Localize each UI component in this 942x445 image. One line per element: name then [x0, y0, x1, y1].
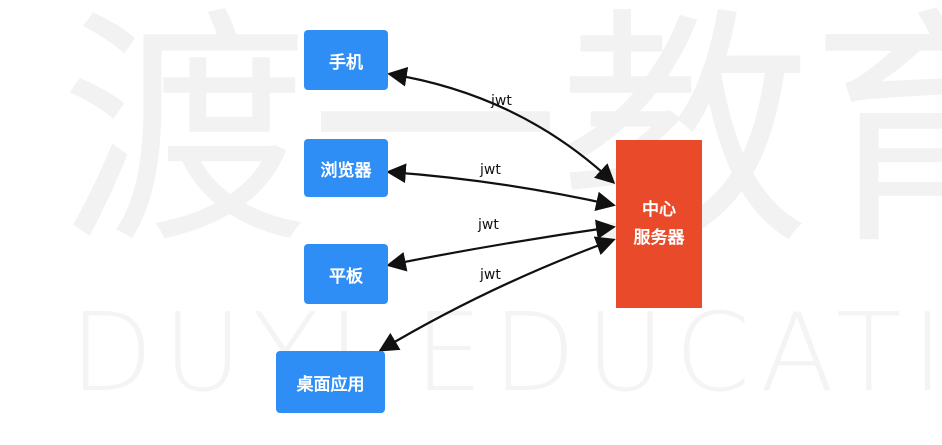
client-node-desktop: 桌面应用: [276, 351, 385, 413]
edge-label-browser: jwt: [479, 162, 501, 178]
client-node-tablet: 平板: [304, 244, 388, 304]
client-node-phone: 手机: [304, 30, 388, 90]
edge-phone-server: [387, 66, 616, 185]
client-node-browser: 浏览器: [304, 139, 388, 197]
diagram-canvas: 渡一教育 DUYI EDUCATION jwt jwt jwt jwt 手机 浏…: [0, 0, 942, 445]
server-label-line1: 中心: [642, 200, 676, 220]
edge-label-tablet: jwt: [477, 217, 499, 233]
edge-browser-server: [386, 163, 616, 212]
edge-desktop-server: [378, 236, 616, 352]
edge-label-phone: jwt: [490, 93, 512, 109]
server-label-line2: 服务器: [633, 228, 685, 248]
edge-tablet-server: [386, 219, 616, 272]
server-node: 中心 服务器: [616, 140, 702, 308]
edge-label-desktop: jwt: [479, 267, 501, 283]
connection-edges: jwt jwt jwt jwt: [378, 66, 616, 352]
